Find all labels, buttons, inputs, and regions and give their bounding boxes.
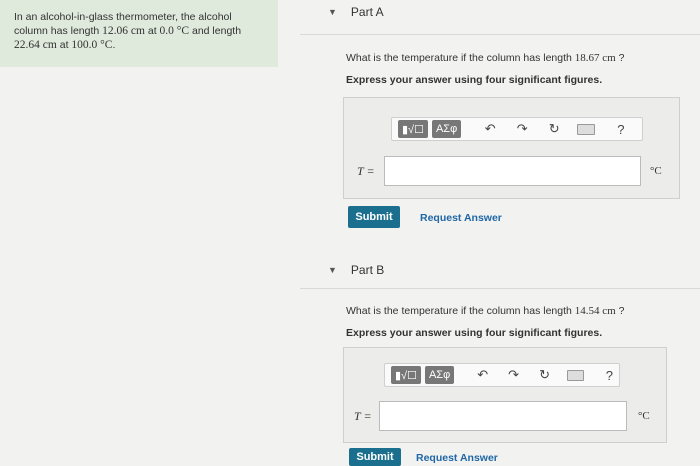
part-a-variable-label: T = bbox=[357, 164, 375, 178]
part-b-question: What is the temperature if the column ha… bbox=[346, 305, 625, 317]
part-b-answer-box: ▮√☐ ΑΣφ ↶ ↷ ↻ ? T = °C bbox=[343, 347, 667, 443]
greek-symbols-button[interactable]: ΑΣφ bbox=[431, 120, 462, 138]
part-a-request-answer-link[interactable]: Request Answer bbox=[420, 212, 502, 224]
part-a-divider bbox=[300, 34, 700, 35]
part-a-answer-box: ▮√☐ ΑΣφ ↶ ↷ ↻ ? T = °C bbox=[343, 97, 680, 199]
part-b-answer-input[interactable] bbox=[379, 401, 627, 431]
collapse-arrow-icon[interactable]: ▼ bbox=[328, 7, 337, 17]
keyboard-icon[interactable] bbox=[567, 369, 584, 381]
problem-line-3: 22.64 cm at 100.0 °C. bbox=[14, 39, 116, 51]
collapse-arrow-icon[interactable]: ▼ bbox=[328, 265, 337, 275]
part-b-divider bbox=[300, 288, 700, 289]
problem-statement: In an alcohol-in-glass thermometer, the … bbox=[0, 0, 278, 67]
help-icon[interactable]: ? bbox=[606, 368, 613, 383]
templates-button[interactable]: ▮√☐ bbox=[391, 366, 421, 384]
redo-icon[interactable]: ↷ bbox=[507, 367, 520, 383]
part-b-header[interactable]: ▼ Part B bbox=[328, 263, 384, 277]
problem-line-1: In an alcohol-in-glass thermometer, the … bbox=[14, 11, 232, 23]
part-b-title: Part B bbox=[350, 263, 385, 277]
reset-icon[interactable]: ↻ bbox=[538, 367, 551, 383]
problem-line-2: column has length 12.06 cm at 0.0 °C and… bbox=[14, 25, 242, 37]
redo-icon[interactable]: ↷ bbox=[515, 121, 529, 137]
keyboard-icon[interactable] bbox=[577, 123, 596, 135]
part-a-answer-input[interactable] bbox=[384, 156, 641, 186]
undo-icon[interactable]: ↶ bbox=[483, 121, 497, 137]
part-b-request-answer-link[interactable]: Request Answer bbox=[416, 452, 498, 464]
part-b-math-toolbar: ▮√☐ ΑΣφ ↶ ↷ ↻ ? bbox=[384, 363, 620, 387]
part-b-unit: °C bbox=[638, 410, 650, 422]
help-icon[interactable]: ? bbox=[617, 122, 624, 137]
part-b-instruction: Express your answer using four significa… bbox=[346, 327, 603, 339]
part-a-instruction: Express your answer using four significa… bbox=[346, 74, 603, 86]
undo-icon[interactable]: ↶ bbox=[476, 367, 489, 383]
part-a-title: Part A bbox=[350, 5, 384, 19]
part-b-variable-label: T = bbox=[354, 409, 372, 423]
templates-button[interactable]: ▮√☐ bbox=[398, 120, 428, 138]
part-a-question: What is the temperature if the column ha… bbox=[346, 52, 625, 64]
part-b-submit-button[interactable]: Submit bbox=[349, 448, 401, 466]
part-a-unit: °C bbox=[650, 165, 662, 177]
reset-icon[interactable]: ↻ bbox=[547, 121, 561, 137]
greek-symbols-button[interactable]: ΑΣφ bbox=[424, 366, 455, 384]
part-a-math-toolbar: ▮√☐ ΑΣφ ↶ ↷ ↻ ? bbox=[391, 117, 643, 141]
part-a-header[interactable]: ▼ Part A bbox=[328, 5, 384, 19]
part-a-submit-button[interactable]: Submit bbox=[348, 206, 400, 228]
